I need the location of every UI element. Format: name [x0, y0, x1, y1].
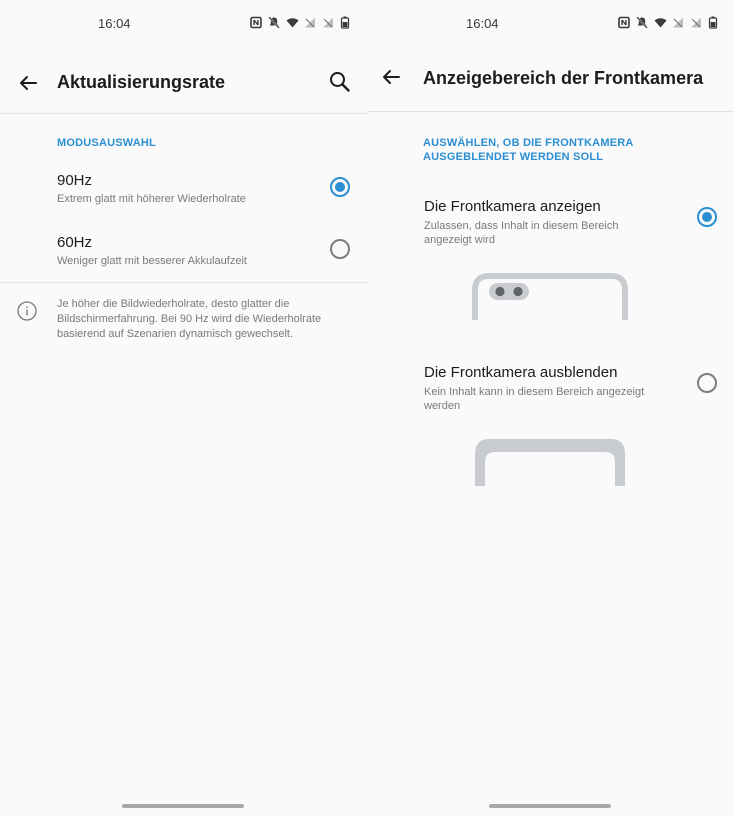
section-header: MODUSAUSWAHL — [57, 137, 156, 149]
no-signal-icon — [322, 16, 334, 29]
option-title: 60Hz — [57, 234, 93, 251]
option-90hz[interactable]: 90Hz Extrem glatt mit höherer Wiederholr… — [0, 168, 367, 218]
front-camera-display-screen: 16:04 Anzeigebereich der Frontkamera AUS… — [367, 0, 734, 816]
page-title: Anzeigebereich der Frontkamera — [423, 68, 704, 88]
back-button[interactable] — [378, 64, 404, 90]
battery-icon — [340, 16, 352, 29]
app-bar: Aktualisierungsrate — [0, 58, 367, 114]
status-icons — [618, 16, 720, 29]
option-show-front-camera[interactable]: Die Frontkamera anzeigen Zulassen, dass … — [367, 194, 734, 254]
option-title: Die Frontkamera ausblenden — [424, 364, 618, 381]
info-icon — [16, 300, 38, 322]
mute-icon — [636, 16, 648, 29]
wifi-icon — [286, 16, 299, 29]
search-icon — [330, 72, 350, 92]
camera-visible-illustration — [471, 272, 629, 320]
status-time: 16:04 — [98, 16, 131, 31]
wifi-icon — [654, 16, 667, 29]
back-button[interactable] — [15, 70, 41, 96]
nfc-icon — [618, 16, 630, 29]
info-text: Je höher die Bildwiederholrate, desto gl… — [57, 298, 322, 340]
radio-show-front-camera[interactable] — [697, 207, 717, 227]
status-bar: 16:04 — [0, 0, 367, 46]
divider — [0, 282, 367, 283]
battery-icon — [708, 16, 720, 29]
navigation-handle[interactable] — [122, 804, 244, 808]
option-subtitle: Kein Inhalt kann in diesem Bereich angez… — [424, 386, 645, 412]
app-bar: Anzeigebereich der Frontkamera — [367, 52, 734, 112]
option-subtitle: Extrem glatt mit höherer Wiederholrate — [57, 193, 246, 205]
option-title: Die Frontkamera anzeigen — [424, 198, 601, 215]
section-header: AUSWÄHLEN, OB DIE FRONTKAMERA AUSGEBLEND… — [423, 137, 634, 163]
camera-hidden-illustration — [471, 438, 629, 486]
option-subtitle: Weniger glatt mit besserer Akkulaufzeit — [57, 255, 247, 267]
status-icons — [250, 16, 352, 29]
option-hide-front-camera[interactable]: Die Frontkamera ausblenden Kein Inhalt k… — [367, 360, 734, 420]
radio-60hz[interactable] — [330, 239, 350, 259]
option-60hz[interactable]: 60Hz Weniger glatt mit besserer Akkulauf… — [0, 230, 367, 280]
option-title: 90Hz — [57, 172, 93, 189]
radio-90hz[interactable] — [330, 177, 350, 197]
radio-hide-front-camera[interactable] — [697, 373, 717, 393]
no-signal-icon — [304, 16, 316, 29]
status-time: 16:04 — [466, 16, 499, 31]
option-subtitle: Zulassen, dass Inhalt in diesem Bereich … — [424, 220, 619, 246]
back-arrow-icon — [383, 70, 400, 84]
refresh-rate-screen: 16:04 Aktualisierungsrate MODUSAUSWAHL 9… — [0, 0, 367, 816]
page-title: Aktualisierungsrate — [57, 72, 226, 92]
search-button[interactable] — [326, 68, 354, 96]
back-arrow-icon — [20, 76, 37, 90]
nfc-icon — [250, 16, 262, 29]
no-signal-icon — [690, 16, 702, 29]
navigation-handle[interactable] — [489, 804, 611, 808]
no-signal-icon — [672, 16, 684, 29]
mute-icon — [268, 16, 280, 29]
status-bar: 16:04 — [367, 0, 734, 46]
